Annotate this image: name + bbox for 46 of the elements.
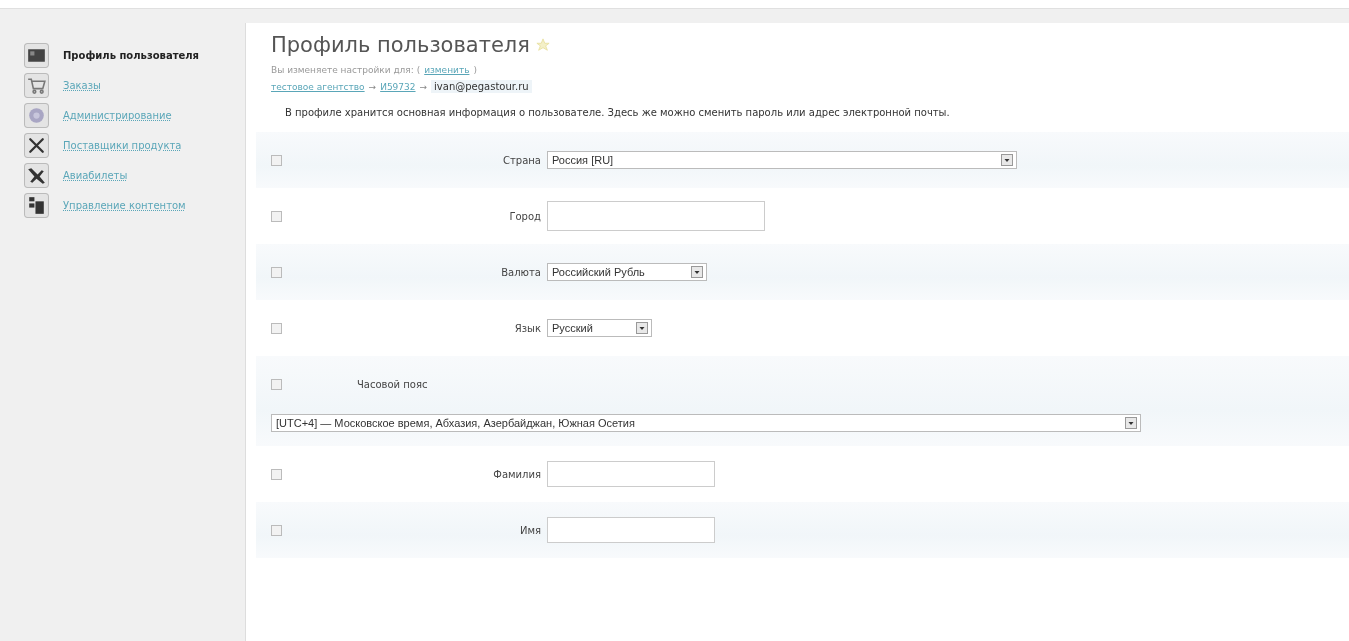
checkbox[interactable] bbox=[271, 378, 282, 390]
description-text: В профиле хранится основная информация о пользователе. Здесь же можно сменить пароль или адрес электронной почты. bbox=[285, 107, 951, 118]
sidebar-item[interactable]: Авиабилеты bbox=[24, 163, 245, 188]
sidebar-item[interactable]: Администрирование bbox=[24, 103, 245, 128]
caret-icon bbox=[1125, 417, 1137, 429]
caret-icon bbox=[691, 266, 703, 278]
dropdown[interactable]: Российский Рубль bbox=[547, 263, 707, 281]
checkbox[interactable] bbox=[271, 524, 282, 536]
sidebar-item[interactable]: Управление контентом bbox=[24, 193, 245, 218]
checkbox[interactable] bbox=[271, 322, 282, 334]
field-label: Валюта bbox=[500, 266, 542, 278]
caret-icon bbox=[636, 322, 648, 334]
checkbox[interactable] bbox=[271, 154, 282, 166]
breadcrumb-link[interactable]: И59732 bbox=[380, 81, 416, 92]
input-field[interactable] bbox=[547, 201, 765, 231]
arrow-separator: → bbox=[368, 81, 377, 92]
cart-icon bbox=[24, 73, 49, 98]
dropdown[interactable]: Русский bbox=[547, 319, 652, 337]
page-title: Профиль пользователя bbox=[271, 33, 530, 57]
star-icon[interactable] bbox=[535, 38, 550, 52]
field-label: Город bbox=[508, 210, 542, 222]
closing-parenthesis: ) bbox=[473, 65, 477, 75]
checkbox[interactable] bbox=[271, 210, 282, 222]
breadcrumb-link[interactable]: тестовое агентство bbox=[271, 81, 365, 92]
user-email: ivan@pegastour.ru bbox=[431, 80, 532, 93]
globe-icon bbox=[24, 103, 49, 128]
caret-icon bbox=[1001, 154, 1013, 166]
field-label: Язык bbox=[513, 322, 542, 334]
field-label: Часовой пояс bbox=[356, 378, 429, 390]
table-icon bbox=[24, 193, 49, 218]
arrow-separator: → bbox=[419, 81, 428, 92]
dropdown[interactable]: Россия [RU] bbox=[547, 151, 1017, 169]
editing-label: Вы изменяете настройки для: ( bbox=[271, 65, 421, 75]
field-label: Имя bbox=[518, 524, 542, 536]
input-field[interactable] bbox=[547, 517, 715, 543]
change-link[interactable]: изменить bbox=[424, 65, 470, 75]
checkbox[interactable] bbox=[271, 266, 282, 278]
checkbox[interactable] bbox=[271, 468, 282, 480]
sidebar-item[interactable]: Поставщики продукта bbox=[24, 133, 245, 158]
sidebar-item[interactable]: Профиль пользователя bbox=[24, 43, 245, 68]
dropdown[interactable]: [UTC+4] — Московское время, Абхазия, Азербайджан, Южная Осетия bbox=[271, 414, 1141, 432]
field-label: Фамилия bbox=[492, 468, 542, 480]
field-label: Страна bbox=[502, 154, 542, 166]
sidebar-item[interactable]: Заказы bbox=[24, 73, 245, 98]
grid-icon bbox=[24, 43, 49, 68]
input-field[interactable] bbox=[547, 461, 715, 487]
